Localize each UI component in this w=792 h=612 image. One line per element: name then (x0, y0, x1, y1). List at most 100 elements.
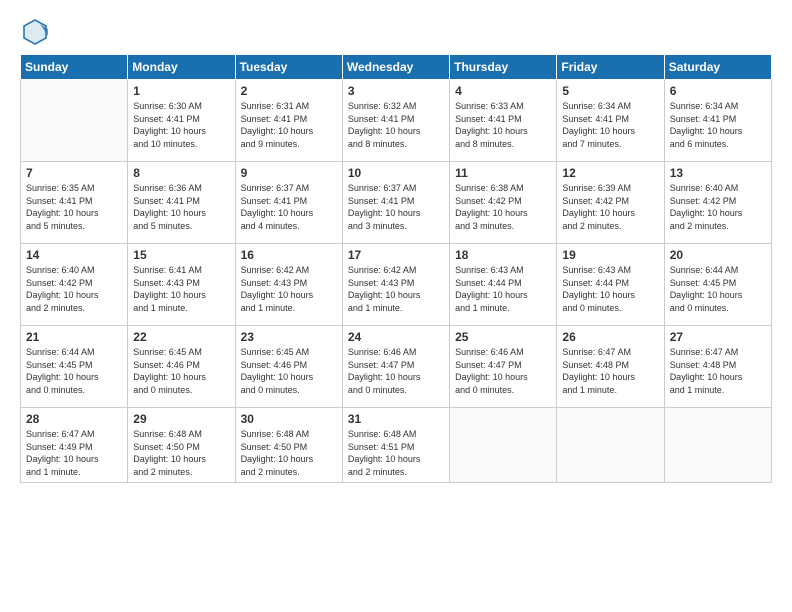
weekday-header-thursday: Thursday (450, 55, 557, 80)
calendar-week-row: 7Sunrise: 6:35 AM Sunset: 4:41 PM Daylig… (21, 162, 772, 244)
day-info: Sunrise: 6:32 AM Sunset: 4:41 PM Dayligh… (348, 100, 444, 150)
day-number: 5 (562, 84, 658, 98)
day-number: 10 (348, 166, 444, 180)
day-number: 30 (241, 412, 337, 426)
day-info: Sunrise: 6:46 AM Sunset: 4:47 PM Dayligh… (348, 346, 444, 396)
day-info: Sunrise: 6:43 AM Sunset: 4:44 PM Dayligh… (455, 264, 551, 314)
calendar-cell: 14 Sunrise: 6:40 AM Sunset: 4:42 PM Dayli… (21, 244, 128, 326)
day-info: Sunrise: 6:37 AM Sunset: 4:41 PM Dayligh… (348, 182, 444, 232)
calendar-table: SundayMondayTuesdayWednesdayThursdayFrid… (20, 54, 772, 483)
calendar-cell: 19 Sunrise: 6:43 AM Sunset: 4:44 PM Dayli… (557, 244, 664, 326)
calendar-cell (450, 408, 557, 483)
day-info: Sunrise: 6:39 AM Sunset: 4:42 PM Dayligh… (562, 182, 658, 232)
day-number: 27 (670, 330, 766, 344)
day-info: Sunrise: 6:42 AM Sunset: 4:43 PM Dayligh… (241, 264, 337, 314)
day-info: Sunrise: 6:44 AM Sunset: 4:45 PM Dayligh… (670, 264, 766, 314)
calendar-cell: 16 Sunrise: 6:42 AM Sunset: 4:43 PM Dayli… (235, 244, 342, 326)
day-number: 16 (241, 248, 337, 262)
day-number: 28 (26, 412, 122, 426)
calendar-cell: 5 Sunrise: 6:34 AM Sunset: 4:41 PM Daylig… (557, 80, 664, 162)
calendar-cell: 23Sunrise: 6:45 AM Sunset: 4:46 PM Dayli… (235, 326, 342, 408)
day-number: 9 (241, 166, 337, 180)
weekday-header-monday: Monday (128, 55, 235, 80)
calendar-cell: 6Sunrise: 6:34 AM Sunset: 4:41 PM Daylig… (664, 80, 771, 162)
calendar-cell: 24 Sunrise: 6:46 AM Sunset: 4:47 PM Dayli… (342, 326, 449, 408)
calendar-cell: 21 Sunrise: 6:44 AM Sunset: 4:45 PM Dayli… (21, 326, 128, 408)
day-info: Sunrise: 6:35 AM Sunset: 4:41 PM Dayligh… (26, 182, 122, 232)
weekday-header-row: SundayMondayTuesdayWednesdayThursdayFrid… (21, 55, 772, 80)
calendar-cell: 28 Sunrise: 6:47 AM Sunset: 4:49 PM Dayli… (21, 408, 128, 483)
day-number: 21 (26, 330, 122, 344)
day-info: Sunrise: 6:42 AM Sunset: 4:43 PM Dayligh… (348, 264, 444, 314)
day-info: Sunrise: 6:34 AM Sunset: 4:41 PM Dayligh… (562, 100, 658, 150)
calendar-cell: 3 Sunrise: 6:32 AM Sunset: 4:41 PM Daylig… (342, 80, 449, 162)
day-number: 29 (133, 412, 229, 426)
weekday-header-friday: Friday (557, 55, 664, 80)
day-info: Sunrise: 6:36 AM Sunset: 4:41 PM Dayligh… (133, 182, 229, 232)
calendar-week-row: 21 Sunrise: 6:44 AM Sunset: 4:45 PM Dayli… (21, 326, 772, 408)
weekday-header-tuesday: Tuesday (235, 55, 342, 80)
header (20, 16, 772, 46)
calendar-cell: 11Sunrise: 6:38 AM Sunset: 4:42 PM Dayli… (450, 162, 557, 244)
day-number: 24 (348, 330, 444, 344)
day-info: Sunrise: 6:40 AM Sunset: 4:42 PM Dayligh… (670, 182, 766, 232)
day-info: Sunrise: 6:47 AM Sunset: 4:49 PM Dayligh… (26, 428, 122, 478)
day-number: 3 (348, 84, 444, 98)
calendar-cell: 25Sunrise: 6:46 AM Sunset: 4:47 PM Dayli… (450, 326, 557, 408)
logo (20, 16, 54, 46)
weekday-header-wednesday: Wednesday (342, 55, 449, 80)
day-info: Sunrise: 6:41 AM Sunset: 4:43 PM Dayligh… (133, 264, 229, 314)
day-number: 31 (348, 412, 444, 426)
day-number: 14 (26, 248, 122, 262)
calendar-cell: 27 Sunrise: 6:47 AM Sunset: 4:48 PM Dayli… (664, 326, 771, 408)
calendar-cell: 18 Sunrise: 6:43 AM Sunset: 4:44 PM Dayli… (450, 244, 557, 326)
day-info: Sunrise: 6:48 AM Sunset: 4:51 PM Dayligh… (348, 428, 444, 478)
calendar-cell: 22Sunrise: 6:45 AM Sunset: 4:46 PM Dayli… (128, 326, 235, 408)
day-info: Sunrise: 6:44 AM Sunset: 4:45 PM Dayligh… (26, 346, 122, 396)
day-info: Sunrise: 6:48 AM Sunset: 4:50 PM Dayligh… (133, 428, 229, 478)
calendar-cell: 30Sunrise: 6:48 AM Sunset: 4:50 PM Dayli… (235, 408, 342, 483)
day-number: 15 (133, 248, 229, 262)
calendar-cell: 26Sunrise: 6:47 AM Sunset: 4:48 PM Dayli… (557, 326, 664, 408)
calendar-cell: 4Sunrise: 6:33 AM Sunset: 4:41 PM Daylig… (450, 80, 557, 162)
page: SundayMondayTuesdayWednesdayThursdayFrid… (0, 0, 792, 612)
calendar-cell: 20 Sunrise: 6:44 AM Sunset: 4:45 PM Dayli… (664, 244, 771, 326)
day-info: Sunrise: 6:43 AM Sunset: 4:44 PM Dayligh… (562, 264, 658, 314)
calendar-week-row: 28 Sunrise: 6:47 AM Sunset: 4:49 PM Dayli… (21, 408, 772, 483)
day-number: 19 (562, 248, 658, 262)
day-info: Sunrise: 6:30 AM Sunset: 4:41 PM Dayligh… (133, 100, 229, 150)
calendar-cell: 2Sunrise: 6:31 AM Sunset: 4:41 PM Daylig… (235, 80, 342, 162)
calendar-cell (664, 408, 771, 483)
day-info: Sunrise: 6:38 AM Sunset: 4:42 PM Dayligh… (455, 182, 551, 232)
day-number: 18 (455, 248, 551, 262)
calendar-week-row: 1 Sunrise: 6:30 AM Sunset: 4:41 PM Daylig… (21, 80, 772, 162)
day-number: 1 (133, 84, 229, 98)
calendar-cell: 9 Sunrise: 6:37 AM Sunset: 4:41 PM Daylig… (235, 162, 342, 244)
calendar-cell: 12 Sunrise: 6:39 AM Sunset: 4:42 PM Dayli… (557, 162, 664, 244)
calendar-cell: 8 Sunrise: 6:36 AM Sunset: 4:41 PM Daylig… (128, 162, 235, 244)
day-info: Sunrise: 6:47 AM Sunset: 4:48 PM Dayligh… (670, 346, 766, 396)
calendar-cell: 29 Sunrise: 6:48 AM Sunset: 4:50 PM Dayli… (128, 408, 235, 483)
day-number: 13 (670, 166, 766, 180)
day-number: 17 (348, 248, 444, 262)
day-info: Sunrise: 6:34 AM Sunset: 4:41 PM Dayligh… (670, 100, 766, 150)
day-number: 2 (241, 84, 337, 98)
day-info: Sunrise: 6:46 AM Sunset: 4:47 PM Dayligh… (455, 346, 551, 396)
day-info: Sunrise: 6:37 AM Sunset: 4:41 PM Dayligh… (241, 182, 337, 232)
calendar-cell: 7Sunrise: 6:35 AM Sunset: 4:41 PM Daylig… (21, 162, 128, 244)
calendar-cell: 31 Sunrise: 6:48 AM Sunset: 4:51 PM Dayli… (342, 408, 449, 483)
calendar-cell (557, 408, 664, 483)
day-info: Sunrise: 6:33 AM Sunset: 4:41 PM Dayligh… (455, 100, 551, 150)
day-number: 23 (241, 330, 337, 344)
calendar-cell: 10 Sunrise: 6:37 AM Sunset: 4:41 PM Dayli… (342, 162, 449, 244)
calendar-cell: 13 Sunrise: 6:40 AM Sunset: 4:42 PM Dayli… (664, 162, 771, 244)
day-info: Sunrise: 6:45 AM Sunset: 4:46 PM Dayligh… (133, 346, 229, 396)
calendar-cell: 15 Sunrise: 6:41 AM Sunset: 4:43 PM Dayli… (128, 244, 235, 326)
day-info: Sunrise: 6:40 AM Sunset: 4:42 PM Dayligh… (26, 264, 122, 314)
day-number: 26 (562, 330, 658, 344)
day-number: 12 (562, 166, 658, 180)
day-number: 20 (670, 248, 766, 262)
calendar-week-row: 14 Sunrise: 6:40 AM Sunset: 4:42 PM Dayli… (21, 244, 772, 326)
day-number: 8 (133, 166, 229, 180)
calendar-cell (21, 80, 128, 162)
